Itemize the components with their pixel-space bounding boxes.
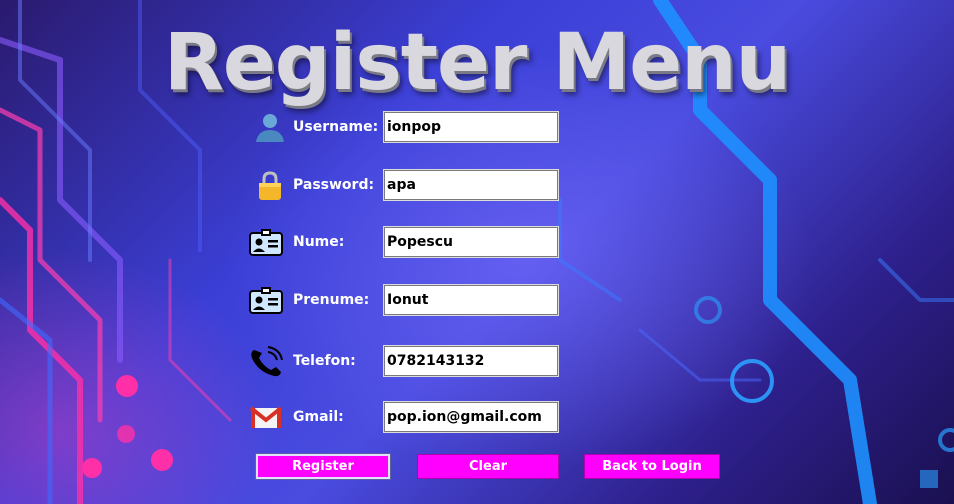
prenume-input[interactable]: [383, 284, 559, 316]
password-row: Password:: [248, 169, 568, 202]
gmail-input[interactable]: [383, 401, 559, 433]
gmail-icon: [249, 406, 283, 428]
prenume-label: Prenume:: [293, 292, 370, 308]
prenume-row: Prenume:: [248, 284, 568, 317]
username-row: Username:: [248, 111, 568, 144]
nume-input[interactable]: [383, 226, 559, 258]
lock-icon: [259, 171, 281, 200]
nume-row: Nume:: [248, 226, 568, 259]
username-input[interactable]: [383, 111, 559, 143]
id-card-icon: [249, 229, 283, 256]
telefon-input[interactable]: [383, 345, 559, 377]
password-input[interactable]: [383, 169, 559, 201]
telefon-label: Telefon:: [293, 353, 356, 369]
telefon-row: Telefon:: [248, 345, 568, 378]
back-to-login-button[interactable]: Back to Login: [584, 454, 720, 479]
nume-label: Nume:: [293, 234, 345, 250]
password-label: Password:: [293, 177, 375, 193]
register-button[interactable]: Register: [255, 453, 391, 480]
gmail-label: Gmail:: [293, 409, 344, 425]
phone-icon: [251, 346, 283, 377]
username-label: Username:: [293, 119, 379, 135]
clear-button[interactable]: Clear: [417, 454, 559, 479]
id-card-icon: [249, 287, 283, 314]
user-icon: [256, 114, 284, 142]
page-title: Register Menu: [163, 18, 791, 108]
gmail-row: Gmail:: [248, 401, 568, 434]
